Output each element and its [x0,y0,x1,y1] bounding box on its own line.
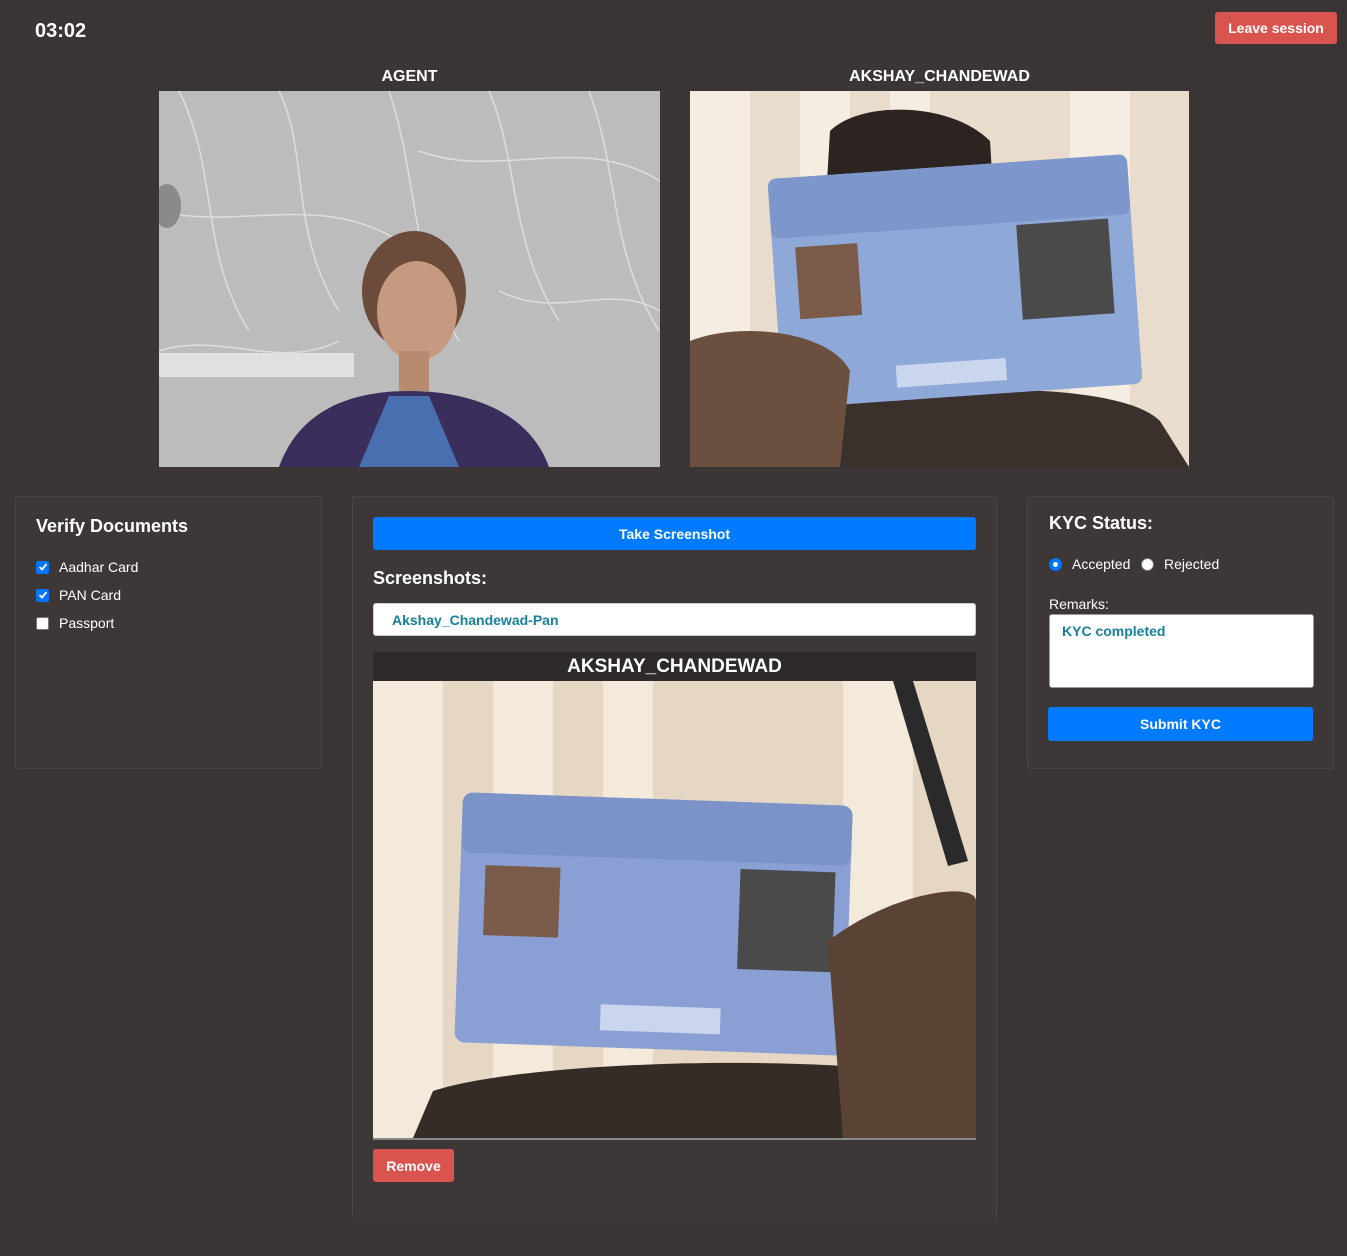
document-option-aadhar[interactable]: Aadhar Card [36,557,138,577]
screenshot-preview-title: AKSHAY_CHANDEWAD [373,652,976,681]
kyc-option-rejected[interactable]: Rejected [1141,554,1219,574]
screenshot-preview-image [373,681,976,1140]
accepted-label: Accepted [1072,556,1131,572]
check-icon [38,563,47,571]
session-timer: 03:02 [35,20,87,42]
submit-kyc-button[interactable]: Submit KYC [1048,707,1313,741]
remarks-label: Remarks: [1049,596,1109,612]
remarks-textarea[interactable]: KYC completed [1049,614,1314,688]
verify-documents-title: Verify Documents [36,516,189,536]
agent-video-label: AGENT [381,68,438,85]
customer-video-label: AKSHAY_CHANDEWAD [849,68,1030,85]
pan-label: PAN Card [59,587,121,603]
passport-checkbox[interactable] [36,616,49,630]
accepted-radio[interactable] [1049,557,1062,571]
verify-documents-panel: Verify Documents Aadhar Card PAN Card Pa… [15,496,322,769]
take-screenshot-button[interactable]: Take Screenshot [373,517,976,550]
document-option-pan[interactable]: PAN Card [36,585,121,605]
rejected-label: Rejected [1164,556,1220,572]
customer-video-feed [690,91,1189,467]
document-option-passport[interactable]: Passport [36,613,114,633]
aadhar-checkbox[interactable] [36,560,49,574]
agent-video-feed [159,91,660,467]
leave-session-button[interactable]: Leave session [1215,12,1337,44]
remove-screenshot-button[interactable]: Remove [373,1149,454,1182]
screenshots-title: Screenshots: [373,568,488,588]
kyc-option-accepted[interactable]: Accepted [1049,554,1130,574]
kyc-status-title: KYC Status: [1049,513,1154,533]
screenshot-list-item[interactable]: Akshay_Chandewad-Pan [373,603,976,636]
check-icon [38,591,47,599]
passport-label: Passport [59,615,115,631]
pan-checkbox[interactable] [36,588,49,602]
aadhar-label: Aadhar Card [59,559,139,575]
rejected-radio[interactable] [1141,557,1154,571]
